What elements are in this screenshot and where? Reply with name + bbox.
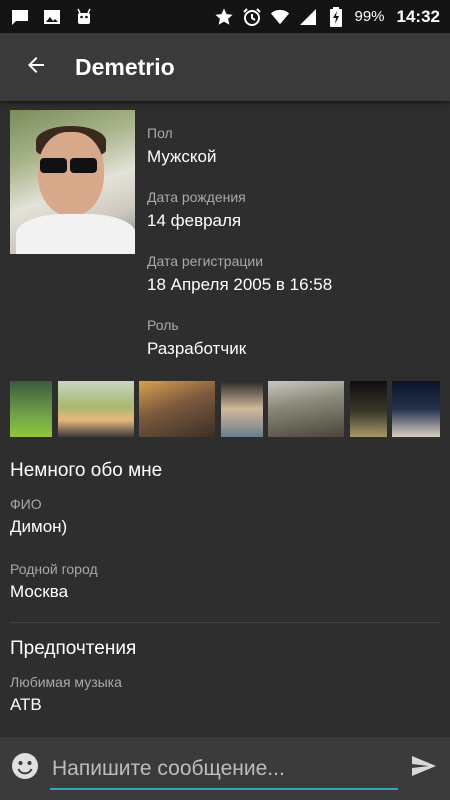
photo-thumbnail[interactable] [58, 381, 134, 437]
photo-thumbnail[interactable] [350, 381, 387, 437]
field-value: Москва [10, 582, 69, 601]
status-bar: 99% 14:32 [0, 0, 450, 33]
info-value: Разработчик [147, 339, 247, 358]
info-label: Дата регистрации [147, 253, 264, 269]
send-icon [411, 754, 437, 783]
field-value: Димон) [10, 517, 68, 536]
clock: 14:32 [396, 6, 440, 26]
image-notification-icon [42, 7, 62, 27]
info-value: Мужской [147, 147, 217, 166]
emoji-button[interactable] [0, 737, 50, 800]
avatar[interactable] [10, 110, 135, 254]
field-label: Любимая музыка [10, 674, 122, 690]
photo-thumbnail[interactable] [10, 381, 52, 437]
photo-thumbnail[interactable] [268, 381, 344, 437]
page-title: Demetrio [75, 53, 175, 80]
wifi-icon [270, 7, 290, 27]
chat-notification-icon [10, 7, 30, 27]
star-icon [214, 7, 234, 27]
photo-thumbnail[interactable] [221, 381, 263, 437]
back-button[interactable] [0, 33, 72, 101]
section-preferences-title: Предпочтения [10, 638, 137, 659]
signal-icon [298, 7, 318, 27]
message-composer [0, 737, 450, 800]
profile-content[interactable]: Пол Мужской Дата рождения 14 февраля Дат… [0, 101, 450, 737]
info-value: 14 февраля [147, 211, 242, 230]
info-registration-date: Дата регистрации 18 Апреля 2005 в 16:58 [147, 253, 442, 295]
info-value: 18 Апреля 2005 в 16:58 [147, 275, 333, 294]
info-label: Дата рождения [147, 189, 246, 205]
emoji-icon [10, 751, 40, 786]
profile-info: Пол Мужской Дата рождения 14 февраля Дат… [147, 125, 442, 381]
field-label: Родной город [10, 561, 98, 577]
arrow-back-icon [24, 53, 48, 82]
app-toolbar: Demetrio [0, 33, 450, 101]
field-label: ФИО [10, 496, 42, 512]
android-debug-icon [74, 7, 94, 27]
info-birthday: Дата рождения 14 февраля [147, 189, 442, 231]
info-role: Роль Разработчик [147, 317, 442, 359]
photo-thumbnail[interactable] [139, 381, 215, 437]
battery-percent: 99% [354, 8, 385, 25]
section-about-title: Немного обо мне [10, 460, 163, 481]
alarm-icon [242, 7, 262, 27]
send-button[interactable] [398, 737, 450, 800]
info-label: Пол [147, 125, 173, 141]
photo-thumbnail[interactable] [392, 381, 440, 437]
message-input[interactable] [50, 749, 398, 790]
battery-charging-icon [326, 6, 346, 27]
info-gender: Пол Мужской [147, 125, 442, 167]
divider [10, 622, 440, 623]
info-label: Роль [147, 317, 179, 333]
field-value: АТВ [10, 695, 42, 714]
photo-strip[interactable] [10, 381, 450, 437]
